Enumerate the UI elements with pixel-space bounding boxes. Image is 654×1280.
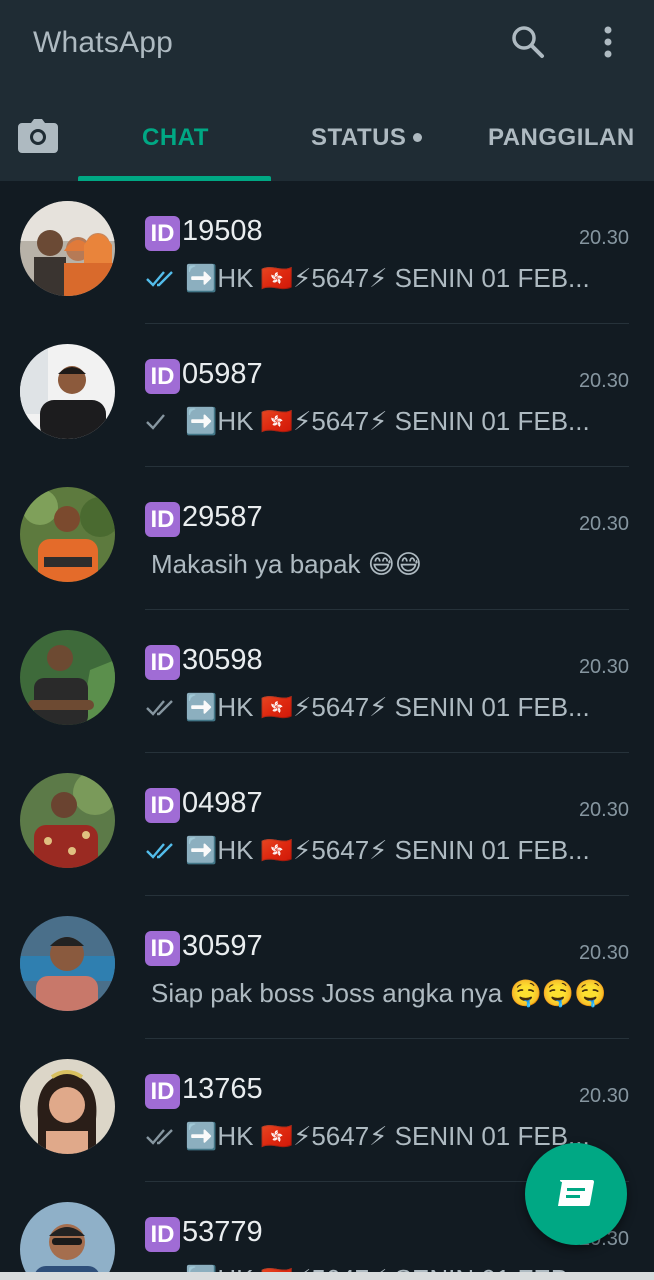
message-preview: Makasih ya bapak 😅😅: [151, 547, 631, 581]
id-badge: ID: [145, 931, 180, 966]
chat-time: 20.30: [578, 1085, 629, 1107]
read-ticks-icon: [146, 271, 173, 287]
chat-name: 05987: [182, 358, 263, 390]
message-preview: ➡️HK 🇭🇰⚡5647⚡ SENIN 01 FEB...: [145, 261, 625, 295]
chat-name: 29587: [182, 501, 263, 533]
tab-chat[interactable]: CHAT: [142, 124, 209, 152]
chat-time: 20.30: [578, 656, 629, 678]
avatar[interactable]: [20, 916, 115, 1011]
system-nav-strip: [0, 1272, 654, 1280]
status-update-dot: [413, 133, 422, 142]
chat-row[interactable]: ID 19508 20.30 ➡️HK 🇭🇰⚡5647⚡ SENIN 01 FE…: [0, 181, 654, 324]
chat-time: 20.30: [578, 513, 629, 535]
chat-time: 20.30: [578, 799, 629, 821]
preview-text: ➡️HK 🇭🇰⚡5647⚡ SENIN 01 FEB...: [185, 1120, 590, 1151]
message-preview: ➡️HK 🇭🇰⚡5647⚡ SENIN 01 FEB...: [145, 833, 625, 867]
message-preview: ➡️HK 🇭🇰⚡5647⚡ SENIN 01 FEB...: [145, 404, 625, 438]
more-vert-icon[interactable]: [588, 22, 628, 62]
chat-time: 20.30: [578, 370, 629, 392]
chat-name: 53779: [182, 1216, 263, 1248]
chat-name: 30597: [182, 930, 263, 962]
avatar[interactable]: [20, 344, 115, 439]
delivered-ticks-icon: [146, 700, 173, 716]
id-badge: ID: [145, 645, 180, 680]
chat-time: 20.30: [578, 942, 629, 964]
preview-text: ➡️HK 🇭🇰⚡5647⚡ SENIN 01 FEB...: [185, 405, 590, 436]
read-ticks-icon: [146, 843, 173, 859]
camera-icon[interactable]: [16, 116, 60, 156]
chat-list: ID 19508 20.30 ➡️HK 🇭🇰⚡5647⚡ SENIN 01 FE…: [0, 181, 654, 1280]
preview-text: Makasih ya bapak 😅😅: [151, 548, 422, 579]
app-header: WhatsApp CHAT STATUS PANGGILAN: [0, 0, 654, 181]
new-chat-icon: [558, 1180, 594, 1206]
avatar[interactable]: [20, 201, 115, 296]
delivered-ticks-icon: [146, 1129, 173, 1145]
tab-status[interactable]: STATUS: [311, 124, 406, 152]
chat-time: 20.30: [578, 227, 629, 249]
id-badge: ID: [145, 1074, 180, 1109]
avatar[interactable]: [20, 487, 115, 582]
message-preview: ➡️HK 🇭🇰⚡5647⚡ SENIN 01 FEB...: [145, 690, 625, 724]
whatsapp-app: WhatsApp CHAT STATUS PANGGILAN ID 19508 …: [0, 0, 654, 1280]
id-badge: ID: [145, 502, 180, 537]
avatar[interactable]: [20, 1059, 115, 1154]
chat-name: 19508: [182, 215, 263, 247]
id-badge: ID: [145, 788, 180, 823]
id-badge: ID: [145, 359, 180, 394]
preview-text: ➡️HK 🇭🇰⚡5647⚡ SENIN 01 FEB...: [185, 691, 590, 722]
preview-text: ➡️HK 🇭🇰⚡5647⚡ SENIN 01 FEB...: [185, 834, 590, 865]
chat-name: 13765: [182, 1073, 263, 1105]
avatar[interactable]: [20, 630, 115, 725]
avatar[interactable]: [20, 1202, 115, 1280]
sent-tick-icon: [146, 414, 165, 430]
id-badge: ID: [145, 216, 180, 251]
chat-row[interactable]: ID 29587 20.30 Makasih ya bapak 😅😅: [0, 467, 654, 610]
tab-panggilan[interactable]: PANGGILAN: [488, 124, 635, 152]
chat-name: 30598: [182, 644, 263, 676]
app-title: WhatsApp: [33, 26, 173, 59]
search-icon[interactable]: [508, 22, 548, 62]
chat-row[interactable]: ID 04987 20.30 ➡️HK 🇭🇰⚡5647⚡ SENIN 01 FE…: [0, 753, 654, 896]
new-chat-button[interactable]: [525, 1143, 627, 1245]
chat-row[interactable]: ID 05987 20.30 ➡️HK 🇭🇰⚡5647⚡ SENIN 01 FE…: [0, 324, 654, 467]
tab-bar: CHAT STATUS PANGGILAN: [0, 100, 654, 181]
avatar[interactable]: [20, 773, 115, 868]
chat-row[interactable]: ID 30598 20.30 ➡️HK 🇭🇰⚡5647⚡ SENIN 01 FE…: [0, 610, 654, 753]
preview-text: ➡️HK 🇭🇰⚡5647⚡ SENIN 01 FEB...: [185, 262, 590, 293]
preview-text: Siap pak boss Joss angka nya 🤤🤤🤤: [151, 977, 607, 1008]
chat-name: 04987: [182, 787, 263, 819]
id-badge: ID: [145, 1217, 180, 1252]
message-preview: Siap pak boss Joss angka nya 🤤🤤🤤: [151, 976, 631, 1010]
chat-row[interactable]: ID 30597 20.30 Siap pak boss Joss angka …: [0, 896, 654, 1039]
